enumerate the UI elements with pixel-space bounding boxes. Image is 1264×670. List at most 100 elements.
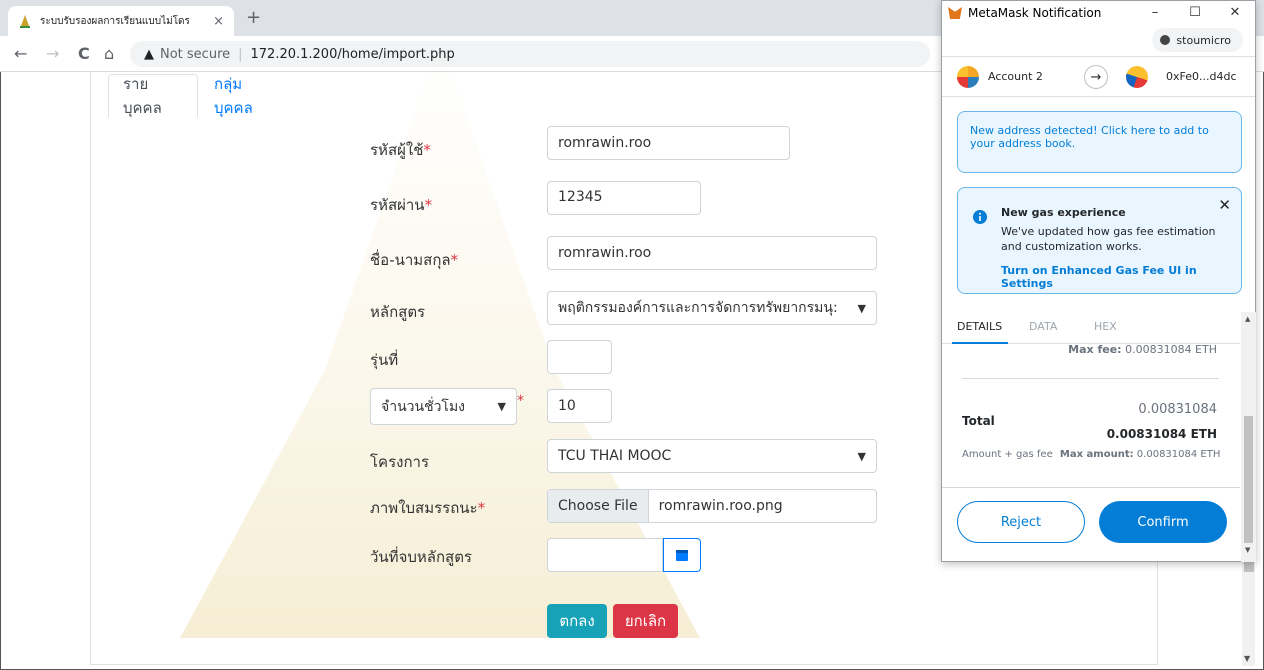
home-icon[interactable]: ⌂ <box>104 44 114 63</box>
batch-label: รุ่นที่ <box>370 351 399 369</box>
info-icon <box>973 210 987 224</box>
new-tab-button[interactable]: + <box>246 7 261 28</box>
maximize-icon[interactable]: ☐ <box>1175 1 1215 25</box>
enddate-label: วันที่จบหลักสูตร <box>370 548 472 566</box>
site-favicon-icon <box>20 15 30 28</box>
chevron-down-icon: ▼ <box>857 449 866 463</box>
tab-details[interactable]: DETAILS <box>957 320 1002 333</box>
metamask-titlebar: MetaMask Notification – ☐ ✕ <box>942 1 1255 25</box>
metamask-fox-icon <box>948 7 962 19</box>
network-selector[interactable]: stoumicro <box>1152 28 1243 52</box>
divider <box>962 378 1219 379</box>
total-value-secondary: 0.00831084 <box>1138 402 1217 417</box>
course-select[interactable]: พฤติกรรมองค์การและการจัดการทรัพยากรมนุ: … <box>547 291 877 325</box>
transaction-tabs: DETAILS DATA HEX <box>942 312 1240 344</box>
arrow-right-icon: → <box>1084 65 1108 89</box>
warning-icon: ▲ <box>144 46 154 62</box>
close-icon[interactable]: ✕ <box>1218 196 1231 214</box>
hours-select-value: จำนวนชั่วโมง <box>381 398 466 415</box>
browser-tab[interactable]: ระบบรับรองผลการเรียนแบบไม่โดร × <box>8 6 234 36</box>
cancel-button[interactable]: ยกเลิก <box>613 604 678 638</box>
total-value-eth: 0.00831084 ETH <box>1106 427 1217 441</box>
from-account-name[interactable]: Account 2 <box>988 70 1043 83</box>
password-label: รหัสผ่าน* <box>370 196 433 214</box>
gas-experience-notice: ✕ New gas experience We've updated how g… <box>957 187 1242 294</box>
url-separator: | <box>238 46 243 62</box>
metamask-scrollbar-thumb[interactable] <box>1244 416 1253 543</box>
page-scrollbar[interactable] <box>1242 562 1255 666</box>
gas-settings-link[interactable]: Turn on Enhanced Gas Fee UI in Settings <box>1001 264 1241 290</box>
required-mark: * <box>423 141 431 159</box>
active-tab-indicator <box>952 342 1008 344</box>
chevron-down-icon: ▼ <box>497 400 506 413</box>
tab-title: ระบบรับรองผลการเรียนแบบไม่โดร <box>40 15 190 27</box>
fullname-input[interactable]: romrawin.roo <box>547 236 877 270</box>
new-address-text: New address detected! Click here to add … <box>970 124 1209 150</box>
project-select[interactable]: TCU THAI MOOC ▼ <box>547 439 877 473</box>
tab-close-icon[interactable]: × <box>213 14 224 29</box>
username-label: รหัสผู้ใช้* <box>370 141 431 159</box>
network-dot-icon <box>1160 35 1171 45</box>
max-fee-value: 0.00831084 ETH <box>1125 343 1217 356</box>
max-amount-row: Amount + gas fee Max amount: 0.00831084 … <box>962 449 1220 460</box>
url-bar[interactable]: ▲ Not secure | 172.20.1.200/home/import.… <box>130 41 930 67</box>
scroll-down-icon[interactable]: ▼ <box>1245 546 1250 554</box>
account-row: Account 2 → 0xFe0...d4dc <box>942 57 1255 97</box>
scroll-up-icon[interactable]: ▲ <box>1245 315 1250 323</box>
course-select-value: พฤติกรรมองค์การและการจัดการทรัพยากรมนุ: <box>558 300 838 316</box>
tab-individual[interactable]: รายบุคคล <box>108 74 198 118</box>
new-address-notice[interactable]: New address detected! Click here to add … <box>957 111 1242 173</box>
max-amount-value: 0.00831084 ETH <box>1136 449 1221 460</box>
reject-button[interactable]: Reject <box>957 501 1085 543</box>
project-label: โครงการ <box>370 453 430 471</box>
network-name: stoumicro <box>1176 33 1231 47</box>
username-input[interactable]: romrawin.roo <box>547 126 790 160</box>
gas-notice-title: New gas experience <box>1001 206 1126 219</box>
max-fee-label: Max fee: <box>1068 343 1122 356</box>
required-mark: * <box>517 393 524 409</box>
enddate-input[interactable] <box>547 538 663 572</box>
divider <box>942 487 1240 488</box>
not-secure-label[interactable]: Not secure <box>160 47 230 62</box>
from-account-identicon <box>957 66 979 88</box>
amount-gas-label: Amount + gas fee <box>962 449 1053 460</box>
hours-input[interactable]: 10 <box>547 389 612 423</box>
project-select-value: TCU THAI MOOC <box>558 448 672 464</box>
confirm-button[interactable]: Confirm <box>1099 501 1227 543</box>
required-mark: * <box>424 196 433 214</box>
batch-input[interactable] <box>547 340 612 374</box>
back-arrow-icon[interactable]: ← <box>14 44 27 63</box>
tab-group[interactable]: กลุ่มบุคคล <box>200 74 267 118</box>
required-mark: * <box>477 499 486 517</box>
max-fee-row: Max fee: 0.00831084 ETH <box>1068 343 1217 356</box>
calendar-button[interactable] <box>663 538 701 572</box>
course-label: หลักสูตร <box>370 303 426 321</box>
hours-select[interactable]: จำนวนชั่วโมง ▼ <box>370 388 517 425</box>
certificate-label: ภาพใบสมรรถนะ* <box>370 499 486 517</box>
reload-icon[interactable]: C <box>78 44 90 63</box>
metamask-window-title: MetaMask Notification <box>968 6 1102 20</box>
minimize-icon[interactable]: – <box>1135 1 1175 25</box>
close-icon[interactable]: ✕ <box>1215 1 1255 25</box>
gas-notice-body: We've updated how gas fee estimation and… <box>1001 225 1216 253</box>
metamask-window: MetaMask Notification – ☐ ✕ stoumicro Ac… <box>941 0 1256 562</box>
file-name: romrawin.roo.png <box>658 498 783 514</box>
forward-arrow-icon[interactable]: → <box>46 44 59 63</box>
url-text[interactable]: 172.20.1.200/home/import.php <box>251 47 455 62</box>
max-amount-label: Max amount: <box>1059 449 1134 460</box>
tab-hex[interactable]: HEX <box>1094 320 1117 333</box>
file-input[interactable]: Choose File romrawin.roo.png <box>547 489 877 523</box>
tab-data[interactable]: DATA <box>1029 320 1057 333</box>
network-row: stoumicro <box>942 25 1255 57</box>
ok-button[interactable]: ตกลง <box>547 604 607 638</box>
required-mark: * <box>450 251 459 269</box>
calendar-icon <box>676 550 688 561</box>
password-input[interactable]: 12345 <box>547 181 701 215</box>
choose-file-button[interactable]: Choose File <box>548 490 649 522</box>
total-label: Total <box>962 414 995 428</box>
to-account-identicon <box>1126 66 1148 88</box>
chevron-down-icon: ▼ <box>857 301 866 315</box>
to-address[interactable]: 0xFe0...d4dc <box>1166 70 1237 83</box>
scroll-down-icon[interactable]: ▼ <box>1244 654 1250 663</box>
fullname-label: ชื่อ-นามสกุล* <box>370 251 459 269</box>
